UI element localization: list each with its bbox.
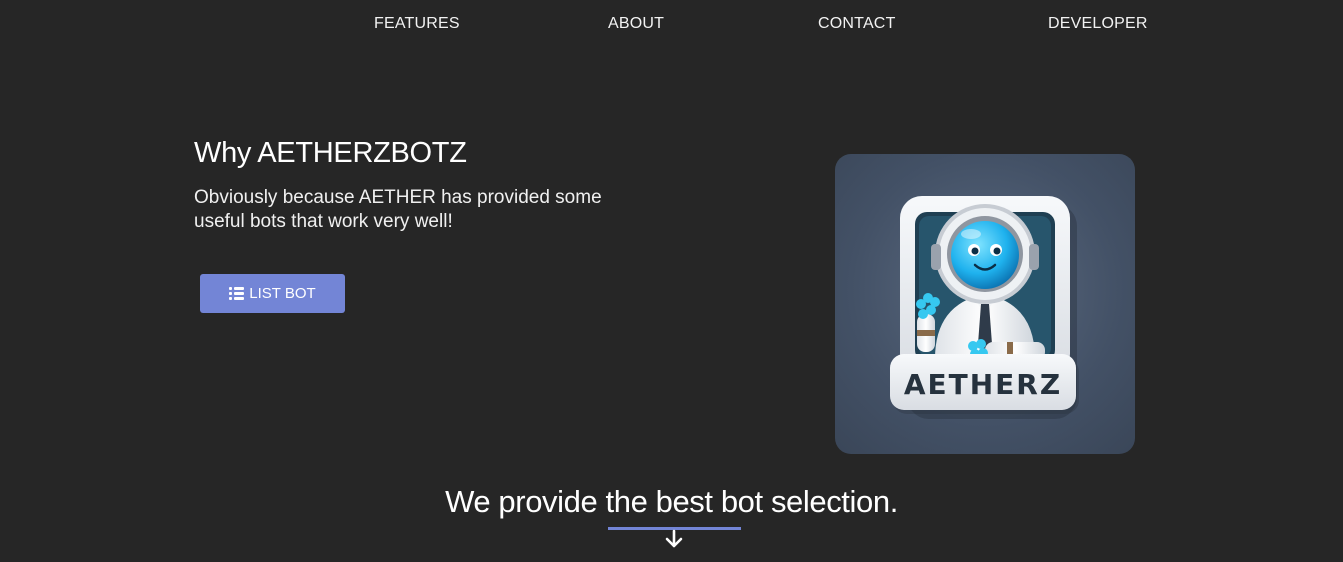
hero-subtitle: Obviously because AETHER has provided so… — [194, 187, 602, 232]
list-bot-label: LIST BOT — [249, 285, 316, 302]
arrow-down-icon[interactable] — [664, 528, 684, 550]
aetherz-logo: AETHERZ — [835, 154, 1135, 454]
hero-title: Why AETHERZBOTZ — [194, 137, 467, 169]
nav-item-about[interactable]: ABOUT — [608, 15, 664, 33]
top-nav: FEATURES ABOUT CONTACT DEVELOPER — [0, 0, 1343, 48]
robot-logo-illustration: AETHERZ — [890, 196, 1079, 419]
list-icon — [229, 287, 245, 300]
nav-item-developer[interactable]: DEVELOPER — [1048, 15, 1148, 33]
logo-text: AETHERZ — [904, 368, 1062, 401]
section-title: We provide the best bot selection. — [445, 484, 898, 519]
list-bot-button[interactable]: LIST BOT — [200, 274, 345, 313]
nav-item-contact[interactable]: CONTACT — [818, 15, 896, 33]
nav-item-features[interactable]: FEATURES — [374, 15, 460, 33]
